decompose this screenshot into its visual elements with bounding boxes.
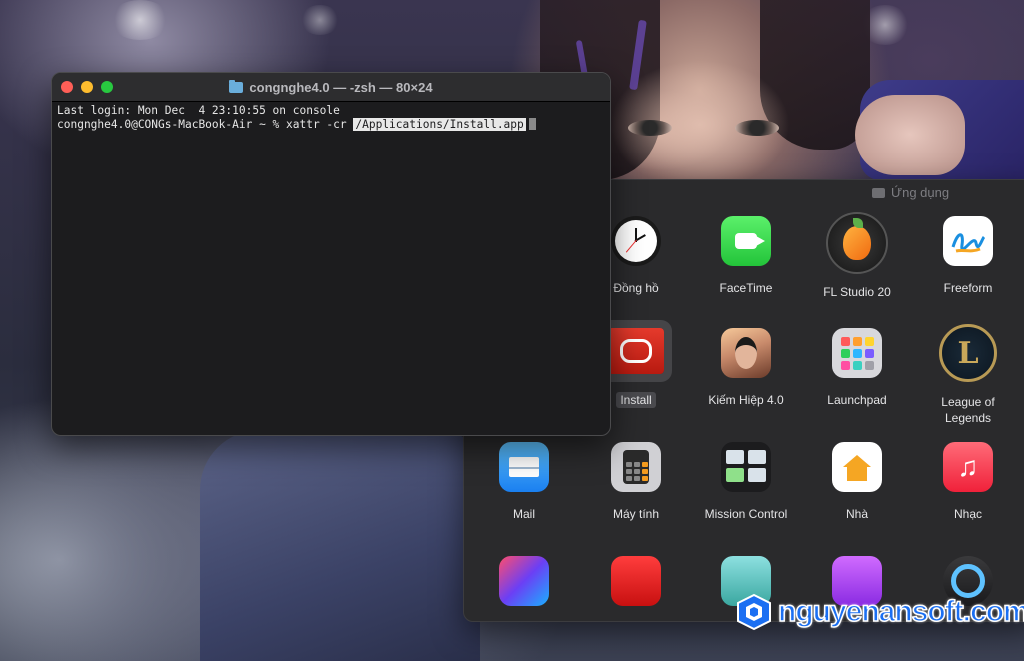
- text-cursor: [528, 118, 536, 130]
- terminal-window[interactable]: congnghe4.0 — -zsh — 80×24 Last login: M…: [51, 72, 611, 436]
- applications-title-text: Ứng dụng: [891, 185, 950, 200]
- launchpad-icon: [832, 328, 882, 378]
- calculator-icon: [611, 442, 661, 492]
- mission-control-icon: [721, 442, 771, 492]
- league-of-legends-icon: L: [939, 324, 997, 382]
- close-button[interactable]: [61, 81, 73, 93]
- app-mission-control[interactable]: Mission Control: [690, 442, 802, 522]
- app-league-of-legends[interactable]: L League of Legends: [912, 324, 1024, 426]
- app-label: Máy tính: [612, 507, 660, 521]
- kiem-hiep-game-icon: [721, 328, 771, 378]
- facetime-icon: [721, 216, 771, 266]
- app-launchpad[interactable]: Launchpad: [801, 328, 913, 408]
- clock-icon: [611, 216, 661, 266]
- adobe-creative-cloud-icon: [608, 328, 664, 374]
- terminal-line-command: congnghe4.0@CONGs-MacBook-Air ~ % xattr …: [57, 118, 605, 132]
- app-label: FL Studio 20: [823, 285, 891, 299]
- app-fl-studio[interactable]: FL Studio 20: [801, 212, 913, 300]
- fl-studio-icon: [826, 212, 888, 274]
- terminal-prompt: congnghe4.0@CONGs-MacBook-Air ~ % xattr …: [57, 118, 354, 131]
- terminal-line-login: Last login: Mon Dec 4 23:10:55 on consol…: [57, 104, 340, 117]
- app-photo-booth[interactable]: [580, 556, 692, 606]
- app-label: FaceTime: [719, 281, 773, 295]
- app-kiem-hiep[interactable]: Kiếm Hiệp 4.0: [690, 328, 802, 408]
- app-calculator[interactable]: Máy tính: [580, 442, 692, 522]
- music-icon: ♫: [943, 442, 993, 492]
- minimize-button[interactable]: [81, 81, 93, 93]
- app-music[interactable]: ♫ Nhạc: [912, 442, 1024, 522]
- watermark-text: nguyenansoft.com: [777, 594, 1024, 629]
- app-home[interactable]: Nhà: [801, 442, 913, 522]
- photo-booth-icon: [611, 556, 661, 606]
- zoom-button[interactable]: [101, 81, 113, 93]
- shortcuts-icon: [499, 556, 549, 606]
- mail-icon: [499, 442, 549, 492]
- freeform-icon: [943, 216, 993, 266]
- app-label: Install: [616, 392, 656, 408]
- folder-icon: [229, 79, 244, 93]
- app-label: Mail: [512, 507, 535, 521]
- folder-icon: [872, 187, 885, 198]
- app-label: Mission Control: [704, 507, 788, 521]
- watermark: nguyenansoft.com: [736, 593, 1024, 631]
- app-freeform[interactable]: Freeform: [912, 216, 1024, 296]
- terminal-titlebar[interactable]: congnghe4.0 — -zsh — 80×24: [52, 73, 610, 102]
- app-label: Kiếm Hiệp 4.0: [708, 393, 784, 407]
- app-label: League of Legends: [941, 395, 995, 425]
- app-mail[interactable]: Mail: [468, 442, 580, 522]
- selected-path[interactable]: /Applications/Install.app: [353, 118, 526, 131]
- home-icon: [832, 442, 882, 492]
- app-label: Launchpad: [827, 393, 887, 407]
- app-facetime[interactable]: FaceTime: [690, 216, 802, 296]
- terminal-title: congnghe4.0 — -zsh — 80×24: [229, 79, 433, 95]
- app-label: Nhà: [845, 507, 868, 521]
- app-shortcuts[interactable]: [468, 556, 580, 606]
- terminal-title-text: congnghe4.0 — -zsh — 80×24: [249, 79, 433, 95]
- terminal-output[interactable]: Last login: Mon Dec 4 23:10:55 on consol…: [52, 102, 610, 134]
- app-label: Freeform: [943, 281, 993, 295]
- cube-logo-icon: [737, 593, 771, 631]
- app-label: Nhạc: [953, 507, 982, 521]
- applications-title: Ứng dụng: [872, 185, 949, 200]
